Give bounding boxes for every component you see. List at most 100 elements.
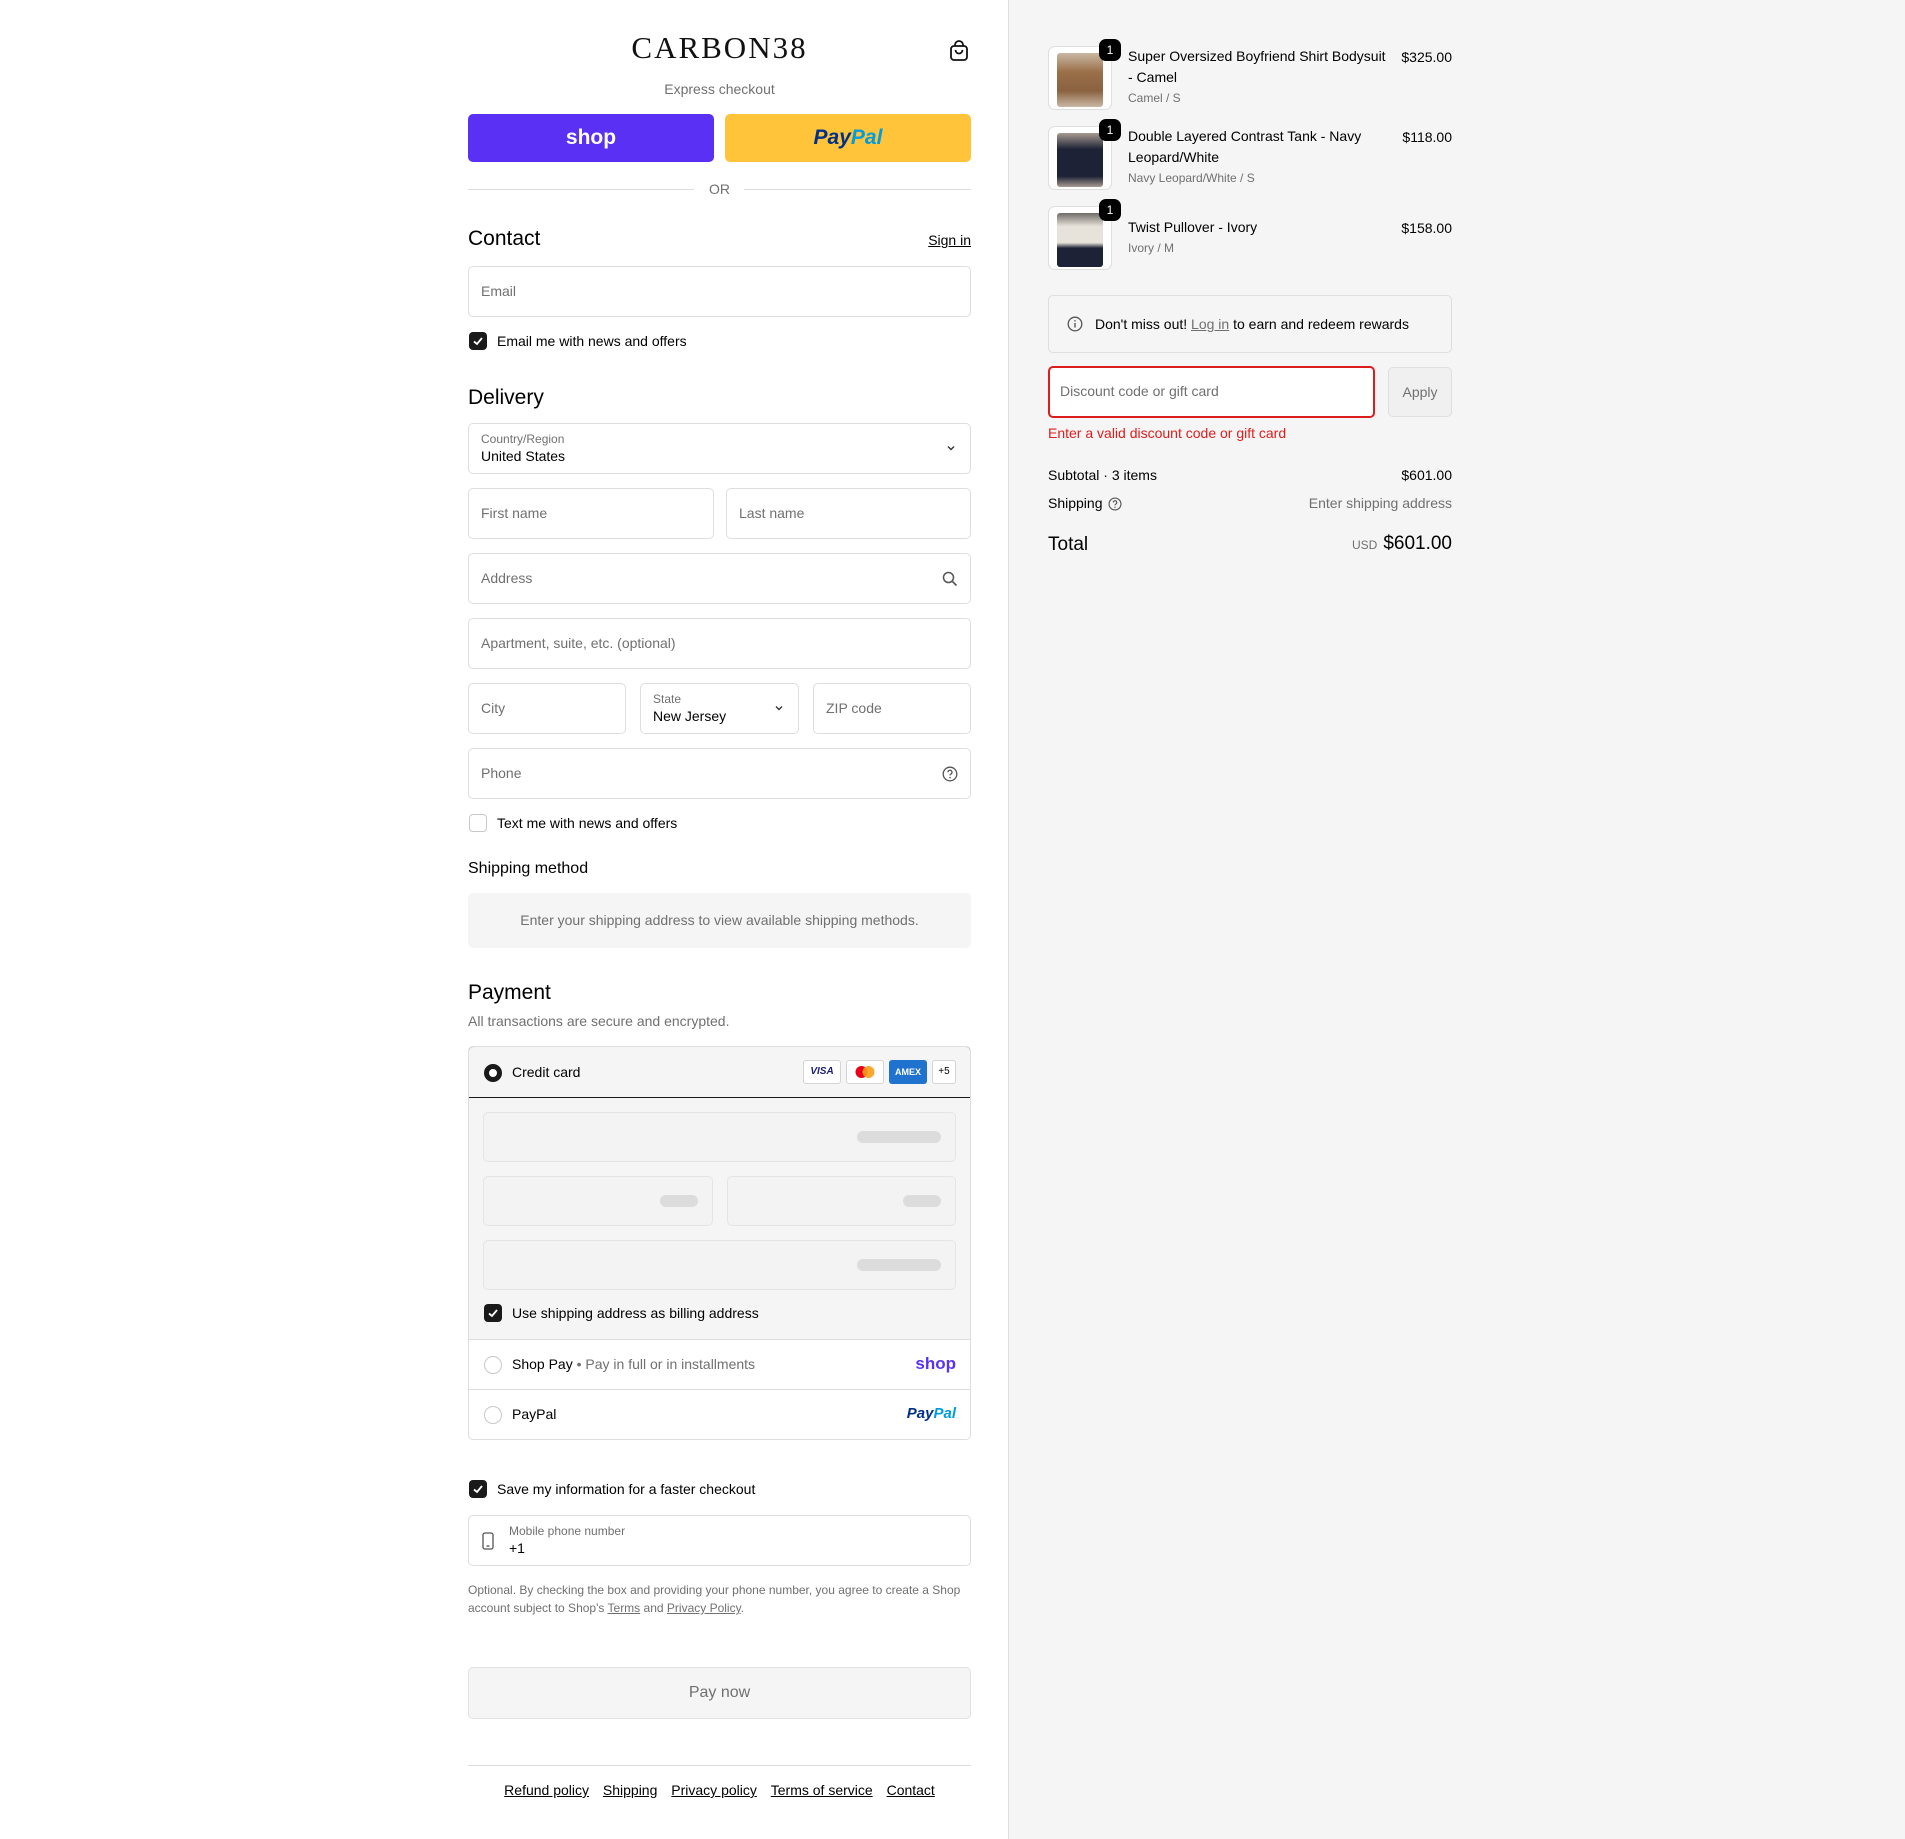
shipping-label: Shipping bbox=[1048, 495, 1103, 511]
quantity-badge: 1 bbox=[1099, 39, 1121, 61]
shipping-method-notice: Enter your shipping address to view avai… bbox=[468, 893, 971, 948]
paypal-option[interactable]: PayPal PayPal bbox=[469, 1390, 970, 1439]
first-name-field[interactable]: First name bbox=[468, 488, 714, 539]
credit-card-form: Use shipping address as billing address bbox=[469, 1098, 970, 1340]
country-select[interactable]: Country/Region United States bbox=[468, 423, 971, 474]
text-news-checkbox[interactable] bbox=[469, 814, 487, 832]
shop-pay-express-button[interactable]: shop bbox=[468, 114, 714, 162]
last-name-field[interactable]: Last name bbox=[726, 488, 971, 539]
discount-placeholder: Discount code or gift card bbox=[1060, 383, 1219, 399]
email-news-label: Email me with news and offers bbox=[497, 333, 687, 349]
footer-links: Refund policy Shipping Privacy policy Te… bbox=[468, 1782, 971, 1798]
billing-same-label: Use shipping address as billing address bbox=[512, 1305, 759, 1321]
apply-discount-button[interactable]: Apply bbox=[1388, 367, 1452, 417]
payment-subtitle: All transactions are secure and encrypte… bbox=[468, 1013, 730, 1029]
quantity-badge: 1 bbox=[1099, 119, 1121, 141]
paypal-radio[interactable] bbox=[484, 1406, 502, 1424]
footer-divider bbox=[468, 1765, 971, 1766]
last-name-placeholder: Last name bbox=[739, 505, 805, 521]
delivery-heading: Delivery bbox=[468, 386, 544, 409]
mobile-phone-field[interactable]: Mobile phone number +1 bbox=[468, 1515, 971, 1566]
loading-placeholder bbox=[660, 1195, 698, 1207]
contact-link[interactable]: Contact bbox=[887, 1782, 935, 1798]
product-image-bodysuit bbox=[1057, 53, 1103, 107]
paypal-logo-pal: Pal bbox=[850, 126, 883, 149]
loading-placeholder bbox=[857, 1131, 941, 1143]
total-amount: USD $601.00 bbox=[1352, 533, 1452, 555]
email-news-checkbox[interactable] bbox=[469, 332, 487, 350]
check-icon bbox=[473, 337, 483, 346]
product-name-line-1: Double Layered Contrast Tank - Navy bbox=[1128, 128, 1362, 144]
shipping-value: Enter shipping address bbox=[1308, 495, 1452, 511]
shipping-policy-link[interactable]: Shipping bbox=[603, 1782, 658, 1798]
pay-now-button[interactable]: Pay now bbox=[468, 1667, 971, 1719]
address-placeholder: Address bbox=[481, 570, 533, 586]
total-label: Total bbox=[1048, 534, 1089, 555]
phone-field[interactable]: Phone bbox=[468, 748, 971, 799]
rewards-text: Don't miss out! Log in to earn and redee… bbox=[1095, 316, 1409, 332]
country-value: United States bbox=[481, 448, 566, 464]
paypal-logo: PayPal bbox=[907, 1405, 956, 1422]
state-label: State bbox=[653, 692, 682, 706]
privacy-link[interactable]: Privacy Policy bbox=[667, 1601, 741, 1615]
mobile-phone-value: +1 bbox=[509, 1540, 525, 1556]
log-in-link[interactable]: Log in bbox=[1191, 316, 1229, 332]
expiration-field[interactable] bbox=[483, 1176, 713, 1226]
shop-pay-option[interactable]: Shop Pay • Pay in full or in installment… bbox=[469, 1340, 970, 1390]
refund-policy-link[interactable]: Refund policy bbox=[504, 1782, 589, 1798]
name-on-card-field[interactable] bbox=[483, 1240, 956, 1290]
state-value: New Jersey bbox=[653, 708, 727, 724]
text-news-label: Text me with news and offers bbox=[497, 815, 678, 831]
contact-heading: Contact bbox=[468, 227, 541, 250]
sign-in-link[interactable]: Sign in bbox=[928, 232, 971, 248]
product-name: Twist Pullover - Ivory bbox=[1128, 217, 1398, 238]
credit-card-radio[interactable] bbox=[484, 1064, 502, 1082]
order-summary-column bbox=[1009, 0, 1905, 1839]
shop-pay-label-group: Shop Pay • Pay in full or in installment… bbox=[512, 1356, 755, 1372]
billing-same-checkbox[interactable] bbox=[484, 1304, 502, 1322]
city-placeholder: City bbox=[481, 700, 506, 716]
discount-code-input[interactable]: Discount code or gift card bbox=[1048, 366, 1375, 418]
address-field[interactable]: Address bbox=[468, 553, 971, 604]
total-currency: USD bbox=[1351, 538, 1378, 552]
loading-placeholder bbox=[857, 1259, 941, 1271]
or-separator: OR bbox=[709, 181, 730, 197]
card-number-field[interactable] bbox=[483, 1112, 956, 1162]
product-variant: Ivory / M bbox=[1128, 241, 1175, 255]
chevron-down-icon bbox=[775, 706, 783, 711]
payment-heading: Payment bbox=[468, 981, 551, 1004]
amex-icon: AMEX bbox=[889, 1060, 927, 1084]
shop-pay-radio[interactable] bbox=[484, 1356, 502, 1374]
paypal-express-button[interactable]: PayPal bbox=[725, 114, 971, 162]
product-variant: Navy Leopard/White / S bbox=[1128, 171, 1255, 185]
product-thumbnail: 1 bbox=[1048, 39, 1121, 110]
check-icon bbox=[488, 1309, 498, 1318]
paypal-logo-pay: Pay bbox=[906, 1405, 934, 1422]
state-select[interactable]: State New Jersey bbox=[640, 683, 799, 734]
help-icon[interactable] bbox=[942, 766, 958, 782]
privacy-policy-link[interactable]: Privacy policy bbox=[671, 1782, 757, 1798]
shop-pay-label: Shop Pay bbox=[512, 1356, 573, 1372]
terms-of-service-link[interactable]: Terms of service bbox=[771, 1782, 873, 1798]
rewards-banner: Don't miss out! Log in to earn and redee… bbox=[1048, 295, 1452, 353]
shopping-bag-icon[interactable] bbox=[948, 40, 970, 62]
city-field[interactable]: City bbox=[468, 683, 626, 734]
shop-pay-subtitle: Pay in full or in installments bbox=[585, 1356, 756, 1372]
terms-link[interactable]: Terms bbox=[608, 1601, 641, 1615]
help-icon[interactable] bbox=[1108, 497, 1122, 511]
rewards-suffix: to earn and redeem rewards bbox=[1233, 316, 1409, 332]
zip-field[interactable]: ZIP code bbox=[813, 683, 971, 734]
email-field[interactable]: Email bbox=[468, 266, 971, 317]
save-info-checkbox[interactable] bbox=[469, 1480, 487, 1498]
product-image-tank bbox=[1057, 133, 1103, 187]
credit-card-option[interactable]: Credit card VISA AMEX +5 bbox=[469, 1047, 970, 1098]
security-code-field[interactable] bbox=[727, 1176, 956, 1226]
apartment-placeholder: Apartment, suite, etc. (optional) bbox=[481, 635, 676, 651]
brand-logo[interactable]: CARBON38 bbox=[468, 30, 971, 66]
product-name-line-1: Twist Pullover - Ivory bbox=[1128, 219, 1258, 235]
credit-card-label: Credit card bbox=[512, 1064, 581, 1080]
legal-period: . bbox=[740, 1601, 745, 1615]
apartment-field[interactable]: Apartment, suite, etc. (optional) bbox=[468, 618, 971, 669]
paypal-logo-pay: Pay bbox=[813, 126, 851, 149]
total-value: $601.00 bbox=[1383, 533, 1452, 554]
